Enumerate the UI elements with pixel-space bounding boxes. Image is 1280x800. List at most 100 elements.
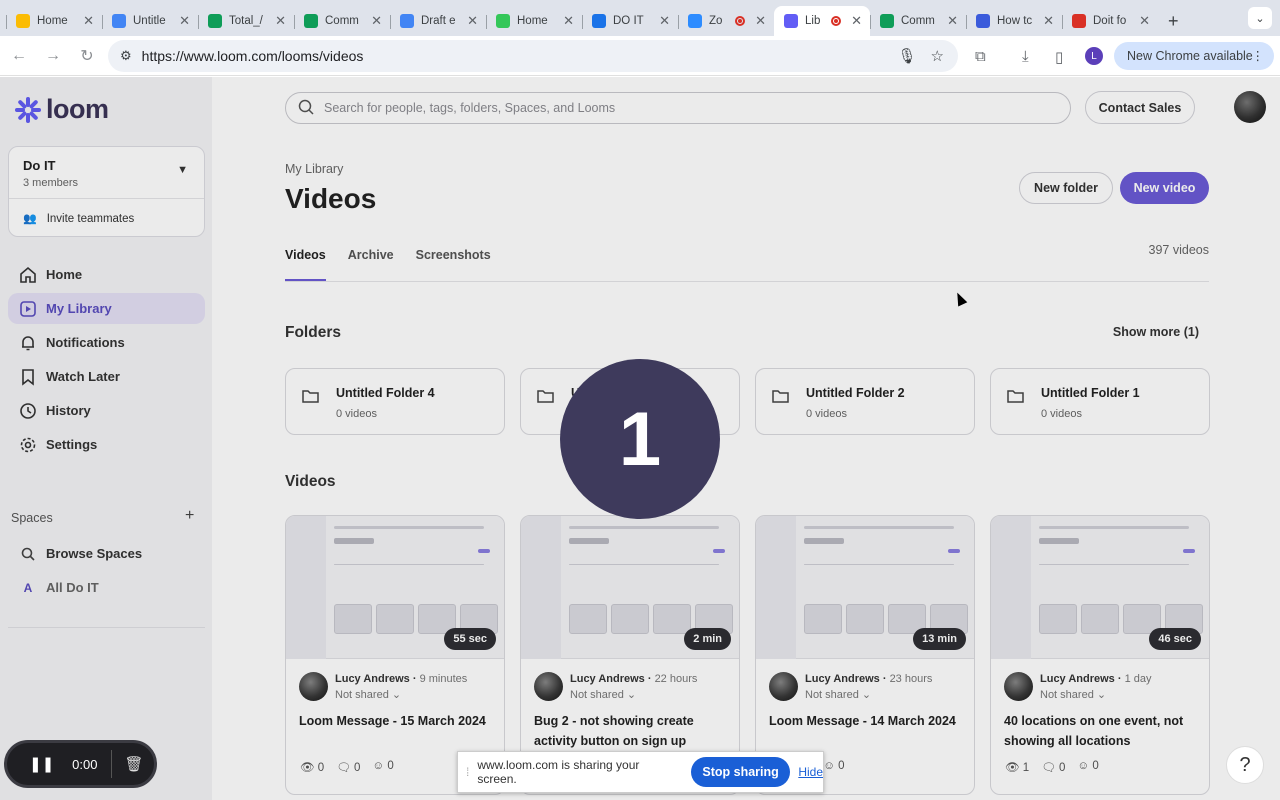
new-video-button[interactable]: New video [1120, 172, 1209, 204]
chevron-down-icon[interactable]: ▼ [177, 164, 188, 176]
close-tab-icon[interactable]: ✕ [659, 13, 670, 29]
video-title[interactable]: Loom Message - 14 March 2024 [769, 711, 969, 731]
search-input[interactable]: Search for people, tags, folders, Spaces… [285, 92, 1071, 124]
side-panel-icon[interactable]: ▯ [1055, 48, 1063, 66]
loom-logo[interactable]: loom [14, 94, 109, 125]
close-tab-icon[interactable]: ✕ [467, 13, 478, 29]
invite-teammates-button[interactable]: 👥 Invite teammates [23, 212, 134, 226]
sharing-status[interactable]: Not shared ⌄ [805, 688, 871, 701]
browse-spaces-link[interactable]: Browse Spaces [8, 538, 205, 569]
tab-screenshots[interactable]: Screenshots [416, 248, 491, 281]
microphone-icon[interactable]: 🎙 [898, 47, 917, 65]
new-tab-icon[interactable]: + [1168, 6, 1179, 36]
browser-tab[interactable]: Lib ✕ [774, 6, 870, 36]
share-message: www.loom.com is sharing your screen. [477, 758, 640, 786]
forward-icon[interactable]: → [38, 47, 68, 65]
sidebar-item-notifications[interactable]: Notifications [8, 327, 205, 358]
avatar [299, 672, 328, 701]
browser-tab[interactable]: Comm ✕ [870, 6, 966, 36]
video-age: 1 day [1124, 673, 1152, 685]
new-chrome-button[interactable]: New Chrome available ⋮ [1114, 42, 1274, 70]
browser-tab[interactable]: Home ✕ [486, 6, 582, 36]
thumbnail-sidebar [286, 516, 326, 659]
folder-card[interactable]: Untitled Folder 2 0 videos [755, 368, 975, 435]
contact-sales-button[interactable]: Contact Sales [1085, 91, 1195, 124]
url-text[interactable]: https://www.loom.com/looms/videos [142, 48, 898, 64]
sidebar-item-history[interactable]: History [8, 395, 205, 426]
sidebar-item-home[interactable]: Home [8, 259, 205, 290]
workspace-switcher[interactable]: Do IT 3 members ▼ 👥 Invite teammates [8, 146, 205, 237]
tab-videos[interactable]: Videos [285, 248, 326, 281]
folder-card[interactable]: Untitled Folder 1 0 videos [990, 368, 1210, 435]
close-tab-icon[interactable]: ✕ [1043, 13, 1054, 29]
browser-tab[interactable]: Zo ✕ [678, 6, 774, 36]
browser-tab[interactable]: Home ✕ [6, 6, 102, 36]
video-thumbnail[interactable]: 13 min [756, 516, 974, 659]
browser-tab[interactable]: Untitle ✕ [102, 6, 198, 36]
tab-label: Home [37, 15, 68, 27]
close-tab-icon[interactable]: ✕ [755, 13, 766, 29]
sidebar-item-settings[interactable]: Settings [8, 429, 205, 460]
stop-sharing-button[interactable]: Stop sharing [690, 757, 791, 787]
hide-link[interactable]: Hide [798, 765, 823, 779]
video-title[interactable]: Loom Message - 15 March 2024 [299, 711, 499, 731]
thumbnail-line [569, 526, 719, 529]
author-name: Lucy Andrews [335, 673, 410, 685]
sharing-status[interactable]: Not shared ⌄ [570, 688, 636, 701]
menu-dots-icon[interactable]: ⋮ [1252, 48, 1265, 63]
drag-handle-icon[interactable]: ⁞ [466, 765, 469, 779]
close-tab-icon[interactable]: ✕ [1139, 13, 1150, 29]
site-settings-icon[interactable]: ⚙ [120, 48, 132, 64]
show-more-button[interactable]: Show more (1) [1090, 325, 1199, 339]
browser-tab[interactable]: DO IT ✕ [582, 6, 678, 36]
download-icon[interactable]: ⤓ [1022, 48, 1029, 65]
video-title[interactable]: Bug 2 - not showing create activity butt… [534, 711, 734, 751]
user-avatar[interactable] [1234, 91, 1266, 123]
sharing-status[interactable]: Not shared ⌄ [335, 688, 401, 701]
breadcrumb[interactable]: My Library [285, 162, 343, 176]
close-tab-icon[interactable]: ✕ [275, 13, 286, 29]
close-tab-icon[interactable]: ✕ [371, 13, 382, 29]
address-bar[interactable]: ⚙ https://www.loom.com/looms/videos 🎙 ☆ [108, 40, 958, 72]
close-tab-icon[interactable]: ✕ [179, 13, 190, 29]
close-tab-icon[interactable]: ✕ [947, 13, 958, 29]
video-title[interactable]: 40 locations on one event, not showing a… [1004, 711, 1204, 751]
tab-archive[interactable]: Archive [348, 248, 394, 281]
folder-card[interactable]: Untitled Folder 4 0 videos [285, 368, 505, 435]
new-folder-button[interactable]: New folder [1019, 172, 1113, 204]
tab-search-icon[interactable]: ⌄ [1248, 7, 1272, 29]
recording-timer: 0:00 [72, 756, 98, 772]
video-thumbnail[interactable]: 46 sec [991, 516, 1209, 659]
trash-icon[interactable]: 🗑 [124, 755, 143, 773]
browser-tab[interactable]: How tc ✕ [966, 6, 1062, 36]
profile-avatar[interactable]: L [1085, 47, 1103, 65]
close-tab-icon[interactable]: ✕ [83, 13, 94, 29]
bookmark-star-icon[interactable]: ☆ [931, 47, 944, 65]
add-space-icon[interactable]: + [185, 507, 194, 525]
browser-tab[interactable]: Comm ✕ [294, 6, 390, 36]
video-thumbnail[interactable]: 55 sec [286, 516, 504, 659]
pause-icon[interactable]: ❚❚ [29, 755, 54, 773]
sidebar-item-my-library[interactable]: My Library [8, 293, 205, 324]
avatar [1004, 672, 1033, 701]
emoji-icon: ☺ 0 [823, 760, 845, 772]
close-tab-icon[interactable]: ✕ [563, 13, 574, 29]
thumbnail-button [713, 549, 725, 553]
folder-icon [772, 390, 789, 403]
help-button[interactable]: ? [1226, 746, 1264, 784]
sidebar-item-watch-later[interactable]: Watch Later [8, 361, 205, 392]
sidebar-item-label: Settings [46, 437, 98, 452]
video-card[interactable]: 46 sec Lucy Andrews · 1 day Not shared ⌄ 40… [990, 515, 1210, 795]
browser-tab[interactable]: Doit fo ✕ [1062, 6, 1158, 36]
close-tab-icon[interactable]: ✕ [851, 13, 862, 29]
space-all-do-it[interactable]: A All Do IT [8, 572, 205, 603]
extensions-icon[interactable]: ⧉ [975, 48, 986, 65]
browser-tab[interactable]: Total_/ ✕ [198, 6, 294, 36]
sharing-status[interactable]: Not shared ⌄ [1040, 688, 1106, 701]
back-icon[interactable]: ← [4, 47, 34, 65]
reload-icon[interactable]: ↻ [72, 46, 102, 66]
video-thumbnail[interactable]: 2 min [521, 516, 739, 659]
browser-tab[interactable]: Draft e ✕ [390, 6, 486, 36]
emoji-icon: ☺ 0 [1077, 760, 1099, 772]
google-sheets-icon [880, 14, 894, 28]
